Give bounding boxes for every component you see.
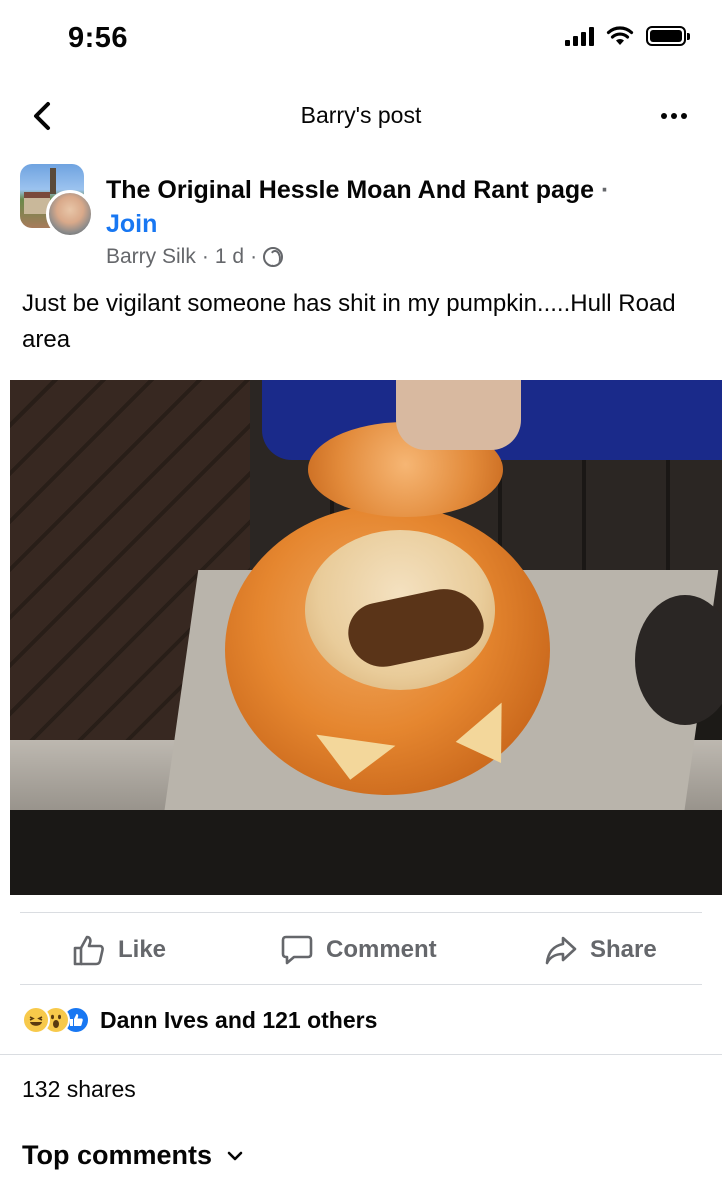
comment-icon	[281, 935, 313, 965]
post-photo[interactable]	[10, 380, 722, 895]
comments-sort-label: Top comments	[22, 1140, 213, 1170]
post-text: Just be vigilant someone has shit in my …	[22, 290, 676, 353]
more-options-button[interactable]	[654, 96, 694, 136]
page-title: Barry's post	[300, 102, 422, 128]
share-arrow-icon	[545, 936, 577, 965]
more-dots-icon	[661, 113, 667, 119]
post-meta: Barry Silk · 1 d ·	[106, 245, 284, 269]
meta-separator-2: ·	[250, 245, 258, 268]
thumbs-up-icon	[73, 935, 104, 966]
divider	[20, 984, 702, 985]
join-button[interactable]: Join	[106, 210, 157, 238]
comments-sort-dropdown[interactable]: Top comments	[22, 1140, 244, 1171]
globe-icon	[263, 247, 284, 267]
haha-reaction-icon	[22, 1006, 50, 1034]
shares-count[interactable]: 132 shares	[22, 1076, 136, 1103]
action-bar: Like Comment Share	[0, 914, 722, 984]
comment-button[interactable]: Comment	[280, 930, 437, 970]
status-time: 9:56	[68, 22, 129, 54]
wifi-icon	[606, 26, 634, 45]
status-bar: 9:56	[0, 0, 722, 80]
divider	[0, 1054, 722, 1055]
author-avatar[interactable]	[46, 190, 94, 238]
status-icons	[565, 26, 690, 46]
like-button[interactable]: Like	[72, 930, 166, 970]
author-name[interactable]: Barry Silk	[106, 245, 196, 269]
share-button[interactable]: Share	[544, 930, 657, 970]
comment-label: Comment	[326, 936, 437, 963]
cellular-signal-icon	[565, 26, 594, 46]
reactions-summary[interactable]: Dann Ives and 121 others	[22, 1003, 377, 1037]
nav-header: Barry's post	[0, 88, 722, 144]
post-avatar[interactable]	[20, 164, 94, 238]
battery-icon	[646, 26, 690, 46]
meta-separator: ·	[201, 245, 209, 268]
like-label: Like	[118, 936, 167, 963]
reactions-text[interactable]: Dann Ives and 121 others	[100, 1007, 377, 1034]
separator: ·	[601, 176, 610, 204]
group-name-line: The Original Hessle Moan And Rant page ·…	[106, 173, 696, 241]
chevron-down-icon	[227, 1151, 243, 1160]
divider	[20, 912, 702, 913]
group-name[interactable]: The Original Hessle Moan And Rant page	[106, 176, 594, 204]
share-label: Share	[590, 936, 657, 963]
post-time[interactable]: 1 d	[215, 245, 244, 269]
